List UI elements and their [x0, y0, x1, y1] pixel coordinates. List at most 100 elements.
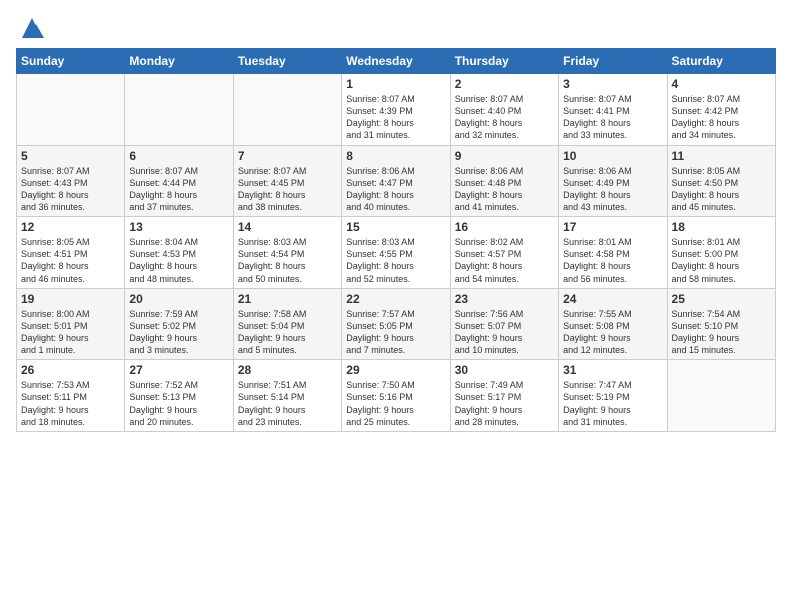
calendar-cell-week2-day6: 10 Sunrise: 8:06 AM Sunset: 4:49 PM Dayli… [559, 145, 667, 217]
day-number: 1 [346, 77, 445, 91]
day-number: 17 [563, 220, 662, 234]
calendar-cell-week5-day2: 27 Sunrise: 7:52 AM Sunset: 5:13 PM Dayli… [125, 360, 233, 432]
day-number: 26 [21, 363, 120, 377]
day-info: Sunrise: 7:56 AM Sunset: 5:07 PM Dayligh… [455, 308, 554, 357]
day-number: 11 [672, 149, 771, 163]
calendar-cell-week1-day5: 2 Sunrise: 8:07 AM Sunset: 4:40 PM Daylig… [450, 74, 558, 146]
calendar-cell-week2-day3: 7 Sunrise: 8:07 AM Sunset: 4:45 PM Daylig… [233, 145, 341, 217]
calendar-cell-week4-day6: 24 Sunrise: 7:55 AM Sunset: 5:08 PM Dayli… [559, 288, 667, 360]
day-info: Sunrise: 7:59 AM Sunset: 5:02 PM Dayligh… [129, 308, 228, 357]
calendar-cell-week1-day4: 1 Sunrise: 8:07 AM Sunset: 4:39 PM Daylig… [342, 74, 450, 146]
calendar-cell-week4-day3: 21 Sunrise: 7:58 AM Sunset: 5:04 PM Dayli… [233, 288, 341, 360]
day-info: Sunrise: 8:05 AM Sunset: 4:51 PM Dayligh… [21, 236, 120, 285]
day-number: 4 [672, 77, 771, 91]
calendar-cell-week3-day1: 12 Sunrise: 8:05 AM Sunset: 4:51 PM Dayli… [17, 217, 125, 289]
calendar-cell-week2-day5: 9 Sunrise: 8:06 AM Sunset: 4:48 PM Daylig… [450, 145, 558, 217]
calendar-week-1: 1 Sunrise: 8:07 AM Sunset: 4:39 PM Daylig… [17, 74, 776, 146]
day-number: 29 [346, 363, 445, 377]
day-number: 16 [455, 220, 554, 234]
day-number: 31 [563, 363, 662, 377]
weekday-header-thursday: Thursday [450, 49, 558, 74]
day-number: 23 [455, 292, 554, 306]
day-number: 2 [455, 77, 554, 91]
calendar-cell-week3-day7: 18 Sunrise: 8:01 AM Sunset: 5:00 PM Dayli… [667, 217, 775, 289]
day-info: Sunrise: 8:03 AM Sunset: 4:55 PM Dayligh… [346, 236, 445, 285]
day-number: 19 [21, 292, 120, 306]
calendar-cell-week2-day4: 8 Sunrise: 8:06 AM Sunset: 4:47 PM Daylig… [342, 145, 450, 217]
calendar-cell-week2-day1: 5 Sunrise: 8:07 AM Sunset: 4:43 PM Daylig… [17, 145, 125, 217]
calendar-cell-week3-day5: 16Sunrise: 8:02 AM Sunset: 4:57 PM Dayli… [450, 217, 558, 289]
day-info: Sunrise: 8:00 AM Sunset: 5:01 PM Dayligh… [21, 308, 120, 357]
day-number: 6 [129, 149, 228, 163]
day-number: 18 [672, 220, 771, 234]
day-info: Sunrise: 7:54 AM Sunset: 5:10 PM Dayligh… [672, 308, 771, 357]
calendar-cell-week5-day6: 31Sunrise: 7:47 AM Sunset: 5:19 PM Dayli… [559, 360, 667, 432]
calendar-week-4: 19 Sunrise: 8:00 AM Sunset: 5:01 PM Dayli… [17, 288, 776, 360]
day-info: Sunrise: 8:01 AM Sunset: 4:58 PM Dayligh… [563, 236, 662, 285]
day-info: Sunrise: 8:07 AM Sunset: 4:39 PM Dayligh… [346, 93, 445, 142]
day-number: 28 [238, 363, 337, 377]
weekday-header-saturday: Saturday [667, 49, 775, 74]
calendar-table: SundayMondayTuesdayWednesdayThursdayFrid… [16, 48, 776, 432]
day-info: Sunrise: 8:05 AM Sunset: 4:50 PM Dayligh… [672, 165, 771, 214]
weekday-header-row: SundayMondayTuesdayWednesdayThursdayFrid… [17, 49, 776, 74]
weekday-header-tuesday: Tuesday [233, 49, 341, 74]
calendar-cell-week4-day1: 19 Sunrise: 8:00 AM Sunset: 5:01 PM Dayli… [17, 288, 125, 360]
day-info: Sunrise: 7:52 AM Sunset: 5:13 PM Dayligh… [129, 379, 228, 428]
calendar-cell-week4-day5: 23 Sunrise: 7:56 AM Sunset: 5:07 PM Dayli… [450, 288, 558, 360]
calendar-cell-week1-day7: 4 Sunrise: 8:07 AM Sunset: 4:42 PM Daylig… [667, 74, 775, 146]
day-number: 22 [346, 292, 445, 306]
day-info: Sunrise: 8:06 AM Sunset: 4:49 PM Dayligh… [563, 165, 662, 214]
day-info: Sunrise: 8:07 AM Sunset: 4:41 PM Dayligh… [563, 93, 662, 142]
logo [16, 14, 46, 42]
calendar-cell-week1-day2 [125, 74, 233, 146]
calendar-cell-week4-day7: 25 Sunrise: 7:54 AM Sunset: 5:10 PM Dayli… [667, 288, 775, 360]
calendar-cell-week5-day7 [667, 360, 775, 432]
day-info: Sunrise: 7:58 AM Sunset: 5:04 PM Dayligh… [238, 308, 337, 357]
calendar-cell-week5-day3: 28 Sunrise: 7:51 AM Sunset: 5:14 PM Dayli… [233, 360, 341, 432]
day-info: Sunrise: 8:07 AM Sunset: 4:43 PM Dayligh… [21, 165, 120, 214]
weekday-header-monday: Monday [125, 49, 233, 74]
day-info: Sunrise: 7:55 AM Sunset: 5:08 PM Dayligh… [563, 308, 662, 357]
header [16, 10, 776, 42]
day-info: Sunrise: 7:50 AM Sunset: 5:16 PM Dayligh… [346, 379, 445, 428]
day-number: 8 [346, 149, 445, 163]
day-number: 14 [238, 220, 337, 234]
day-number: 5 [21, 149, 120, 163]
weekday-header-wednesday: Wednesday [342, 49, 450, 74]
day-number: 13 [129, 220, 228, 234]
day-info: Sunrise: 8:07 AM Sunset: 4:42 PM Dayligh… [672, 93, 771, 142]
calendar-cell-week4-day4: 22 Sunrise: 7:57 AM Sunset: 5:05 PM Dayli… [342, 288, 450, 360]
day-number: 12 [21, 220, 120, 234]
day-number: 21 [238, 292, 337, 306]
calendar-cell-week1-day3 [233, 74, 341, 146]
day-info: Sunrise: 8:06 AM Sunset: 4:47 PM Dayligh… [346, 165, 445, 214]
calendar-cell-week5-day4: 29 Sunrise: 7:50 AM Sunset: 5:16 PM Dayli… [342, 360, 450, 432]
calendar-week-3: 12 Sunrise: 8:05 AM Sunset: 4:51 PM Dayli… [17, 217, 776, 289]
calendar-cell-week3-day2: 13 Sunrise: 8:04 AM Sunset: 4:53 PM Dayli… [125, 217, 233, 289]
day-number: 7 [238, 149, 337, 163]
day-info: Sunrise: 8:07 AM Sunset: 4:40 PM Dayligh… [455, 93, 554, 142]
day-number: 24 [563, 292, 662, 306]
calendar-cell-week3-day3: 14Sunrise: 8:03 AM Sunset: 4:54 PM Dayli… [233, 217, 341, 289]
day-info: Sunrise: 8:01 AM Sunset: 5:00 PM Dayligh… [672, 236, 771, 285]
calendar-cell-week2-day7: 11 Sunrise: 8:05 AM Sunset: 4:50 PM Dayli… [667, 145, 775, 217]
day-info: Sunrise: 8:04 AM Sunset: 4:53 PM Dayligh… [129, 236, 228, 285]
calendar-cell-week5-day5: 30Sunrise: 7:49 AM Sunset: 5:17 PM Dayli… [450, 360, 558, 432]
day-info: Sunrise: 8:07 AM Sunset: 4:45 PM Dayligh… [238, 165, 337, 214]
calendar-cell-week1-day1 [17, 74, 125, 146]
calendar-cell-week4-day2: 20Sunrise: 7:59 AM Sunset: 5:02 PM Dayli… [125, 288, 233, 360]
day-number: 25 [672, 292, 771, 306]
day-info: Sunrise: 7:57 AM Sunset: 5:05 PM Dayligh… [346, 308, 445, 357]
calendar-cell-week1-day6: 3 Sunrise: 8:07 AM Sunset: 4:41 PM Daylig… [559, 74, 667, 146]
day-info: Sunrise: 8:07 AM Sunset: 4:44 PM Dayligh… [129, 165, 228, 214]
day-number: 27 [129, 363, 228, 377]
day-info: Sunrise: 7:53 AM Sunset: 5:11 PM Dayligh… [21, 379, 120, 428]
day-number: 9 [455, 149, 554, 163]
day-number: 10 [563, 149, 662, 163]
day-info: Sunrise: 7:51 AM Sunset: 5:14 PM Dayligh… [238, 379, 337, 428]
calendar-week-5: 26 Sunrise: 7:53 AM Sunset: 5:11 PM Dayli… [17, 360, 776, 432]
day-number: 15 [346, 220, 445, 234]
day-info: Sunrise: 8:06 AM Sunset: 4:48 PM Dayligh… [455, 165, 554, 214]
day-number: 3 [563, 77, 662, 91]
